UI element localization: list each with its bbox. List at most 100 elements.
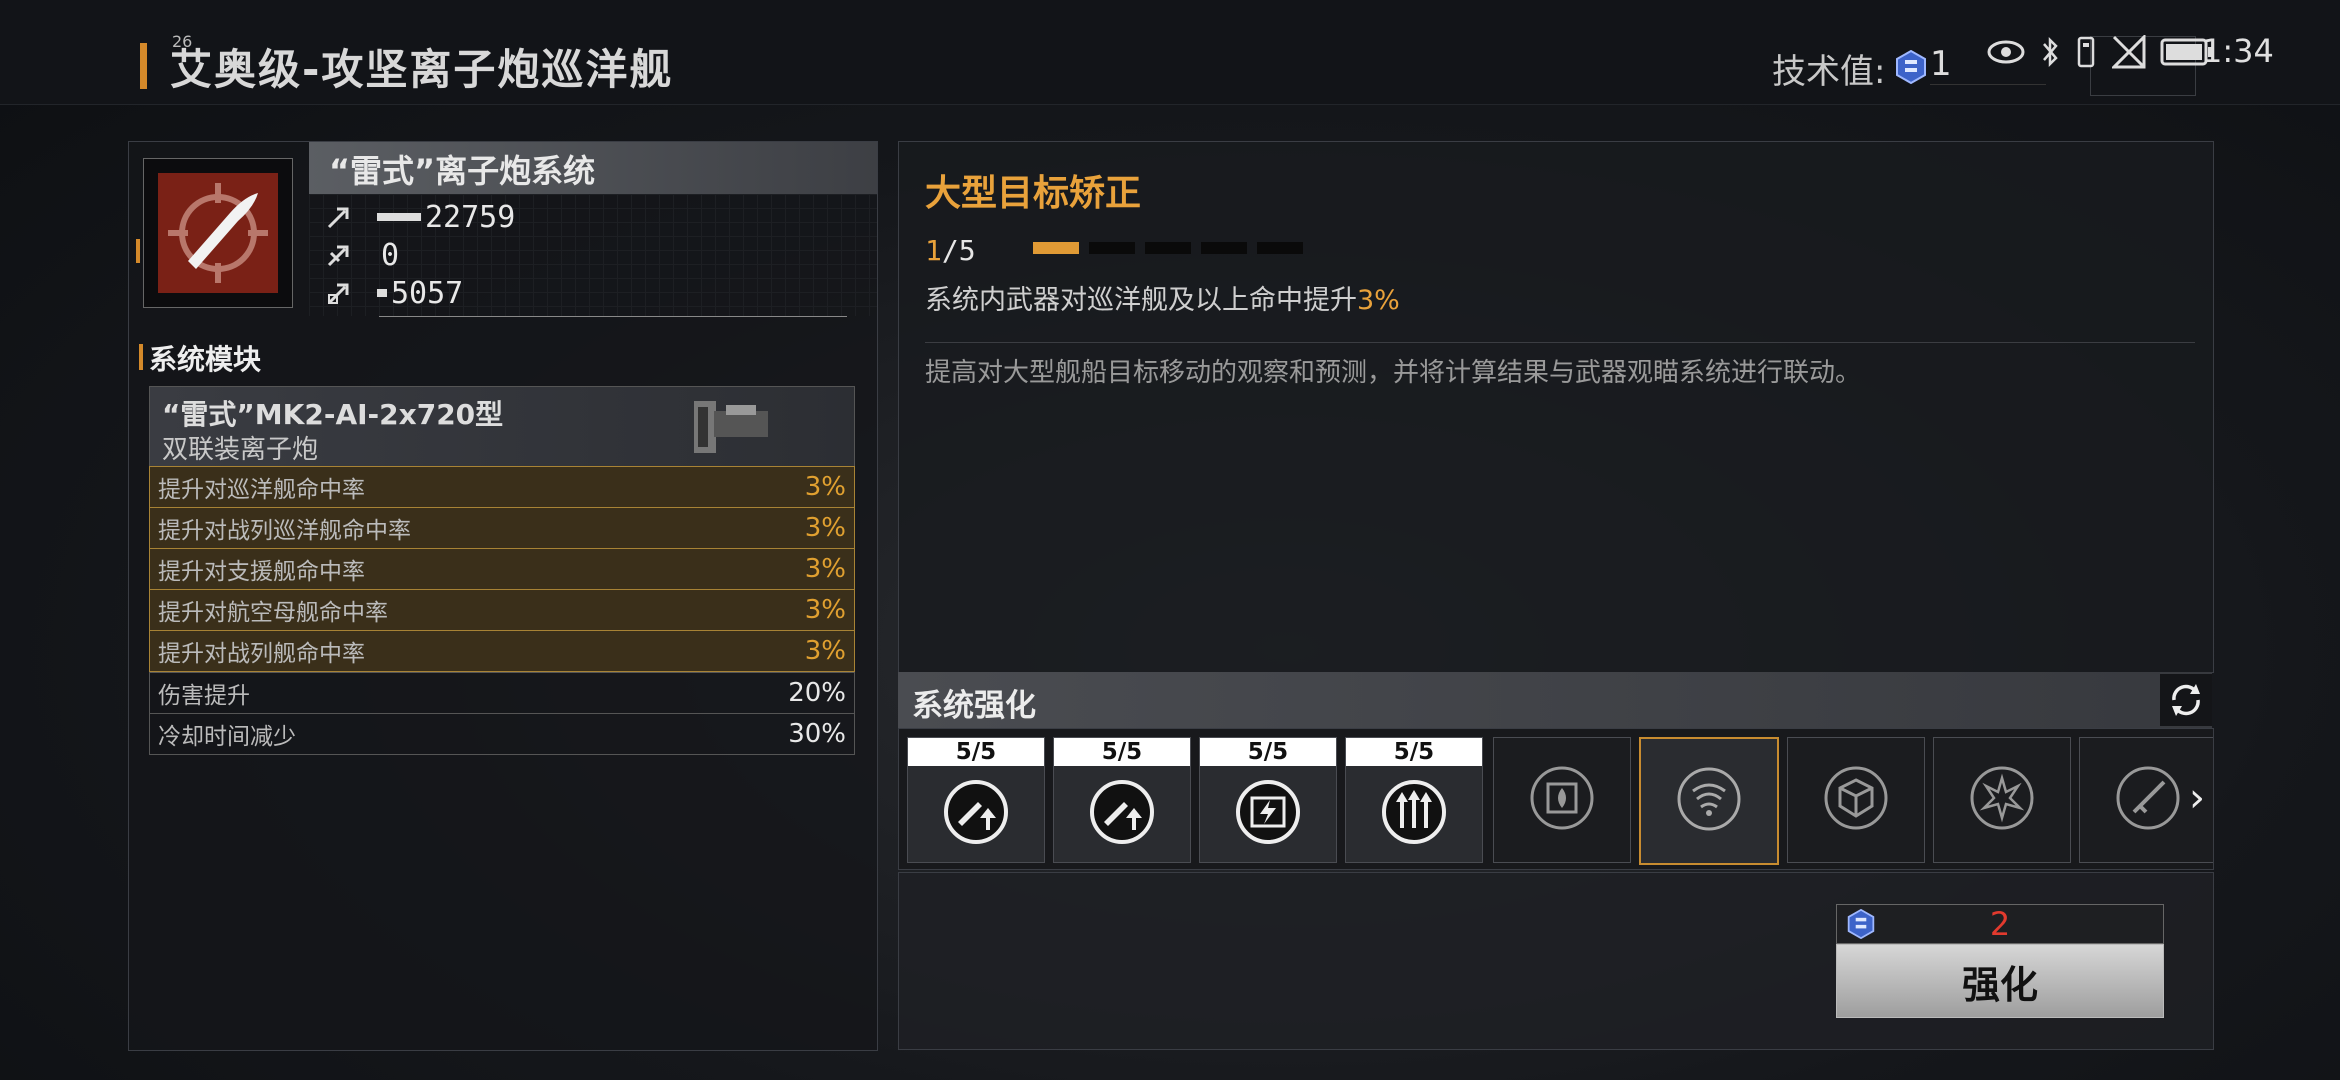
module-subtitle: 双联装离子炮 <box>162 435 319 465</box>
energy-card-icon <box>1236 780 1300 844</box>
bonus-level: 1/5 <box>925 234 976 267</box>
enhance-button[interactable]: 强化 <box>1836 944 2164 1018</box>
tech-label: 技术值: <box>1772 52 1886 92</box>
range-icon <box>327 245 349 267</box>
enhance-slot[interactable]: 5/5 <box>1053 737 1191 863</box>
missile-up-icon <box>944 780 1008 844</box>
enhance-header: 系统强化 <box>898 672 2212 728</box>
effect-value: 20% <box>788 678 846 708</box>
scroll-right-icon[interactable]: › <box>2189 775 2205 821</box>
effect-label: 提升对战列巡洋舰命中率 <box>158 518 411 544</box>
effect-value: 3% <box>804 472 846 502</box>
slot-level: 5/5 <box>1054 738 1190 766</box>
bonus-desc-text: 系统内武器对巡洋舰及以上命中提升 <box>925 285 1357 316</box>
slot-level: 5/5 <box>1200 738 1336 766</box>
effect-value: 3% <box>804 554 846 584</box>
bonus-flavor-text: 提高对大型舰船目标移动的观察和预测，并将计算结果与武器观瞄系统进行联动。 <box>925 358 1862 388</box>
eye-icon <box>1987 40 2025 64</box>
effect-label: 冷却时间减少 <box>158 724 296 750</box>
effect-value: 3% <box>804 595 846 625</box>
stat-row-damage: 22759 <box>325 199 516 235</box>
module-effects: 提升对巡洋舰命中率 3% 提升对战列巡洋舰命中率 3% 提升对支援舰命中率 3% 提升… <box>149 466 855 755</box>
chip-fire-icon <box>1530 766 1594 830</box>
enhance-slot[interactable] <box>1639 737 1779 865</box>
effect-value: 30% <box>788 719 846 749</box>
modules-accent <box>139 344 143 370</box>
bonus-detail-panel: 大型目标矫正 1/5 系统内武器对巡洋舰及以上命中提升3% 提高对大型舰船目标移… <box>898 141 2214 673</box>
refresh-button[interactable] <box>2160 674 2212 726</box>
bonus-description: 系统内武器对巡洋舰及以上命中提升3% <box>925 278 1400 317</box>
system-icon-frame <box>136 158 293 308</box>
enhance-slots: 5/5 5/5 5/5 5/5 › <box>898 728 2214 870</box>
effect-value: 3% <box>804 513 846 543</box>
bullet-target-icon <box>168 183 268 283</box>
enhance-slot[interactable]: 5/5 <box>1199 737 1337 863</box>
level-pip <box>1145 242 1191 254</box>
system-name: “雷式”离子炮系统 <box>329 152 596 190</box>
system-panel: “雷式”离子炮系统 22759 0 5057 系统模块 “雷式”MK2-AI-2… <box>128 141 878 1051</box>
upgrade-cost: 2 <box>1836 904 2164 944</box>
selection-tick <box>136 239 140 263</box>
effect-label: 提升对支援舰命中率 <box>158 559 365 585</box>
pierce-value: 5057 <box>391 275 464 311</box>
modules-title: 系统模块 <box>149 343 262 376</box>
effect-label: 提升对战列舰命中率 <box>158 641 365 667</box>
effect-row: 提升对战列巡洋舰命中率 3% <box>149 508 855 549</box>
effect-label: 提升对航空母舰命中率 <box>158 600 388 626</box>
effect-row: 提升对巡洋舰命中率 3% <box>149 466 855 508</box>
damage-value: 22759 <box>425 199 516 235</box>
level-pips <box>1033 242 1303 254</box>
level-pip <box>1033 242 1079 254</box>
slot-level: 5/5 <box>1346 738 1482 766</box>
slot-level: 5/5 <box>908 738 1044 766</box>
enhance-slot[interactable] <box>1493 737 1631 863</box>
bonus-desc-value: 3% <box>1357 285 1400 316</box>
rocket-icon <box>2116 766 2180 830</box>
detail-divider <box>925 342 2195 343</box>
enhance-slot[interactable]: 5/5 <box>1345 737 1483 863</box>
enhance-title: 系统强化 <box>912 688 1036 724</box>
enhance-slot[interactable]: 5/5 <box>907 737 1045 863</box>
module-card[interactable]: “雷式”MK2-AI-2x720型 双联装离子炮 <box>149 386 855 468</box>
module-name: “雷式”MK2-AI-2x720型 <box>162 398 504 431</box>
effect-row: 提升对战列舰命中率 3% <box>149 631 855 672</box>
level-pip <box>1201 242 1247 254</box>
effect-row: 提升对支援舰命中率 3% <box>149 549 855 590</box>
enhance-slot[interactable] <box>1933 737 2071 863</box>
range-value: 0 <box>381 237 400 273</box>
effect-label: 伤害提升 <box>158 683 250 709</box>
cube-icon <box>1824 766 1888 830</box>
effect-value: 3% <box>804 636 846 666</box>
damage-icon <box>327 207 349 229</box>
level-current: 1 <box>925 234 942 267</box>
level-max: /5 <box>941 234 976 267</box>
cost-value: 2 <box>1989 905 2011 943</box>
refresh-icon <box>2172 684 2200 716</box>
page-title: 艾奥级-攻坚离子炮巡洋舰 <box>170 45 674 94</box>
system-status-icons <box>1986 30 2214 74</box>
effect-label: 提升对巡洋舰命中率 <box>158 477 365 503</box>
armor-pierce-icon <box>327 283 349 305</box>
burst-icon <box>1970 766 2034 830</box>
effect-row: 提升对航空母舰命中率 3% <box>149 590 855 631</box>
bluetooth-icon <box>2043 36 2058 68</box>
pierce-bar <box>377 289 387 297</box>
ion-cannon-icon <box>694 401 768 453</box>
vibrate-icon <box>2077 36 2095 68</box>
enhance-slot[interactable] <box>1787 737 1925 863</box>
clock: 1:34 <box>2202 32 2274 70</box>
effect-row: 伤害提升 20% <box>149 672 855 714</box>
level-pip <box>1257 242 1303 254</box>
signal-off-icon <box>2112 35 2146 69</box>
triple-arrow-icon <box>1382 780 1446 844</box>
stat-row-range: 0 <box>325 237 400 273</box>
tech-point-icon <box>1896 50 1926 84</box>
damage-bar <box>377 213 421 221</box>
title-accent <box>140 43 147 89</box>
bonus-title: 大型目标矫正 <box>925 173 1142 214</box>
missile-up-icon <box>1090 780 1154 844</box>
effect-row: 冷却时间减少 30% <box>149 714 855 755</box>
stats-ruler <box>379 316 847 317</box>
level-pip <box>1089 242 1135 254</box>
system-icon <box>158 173 278 293</box>
